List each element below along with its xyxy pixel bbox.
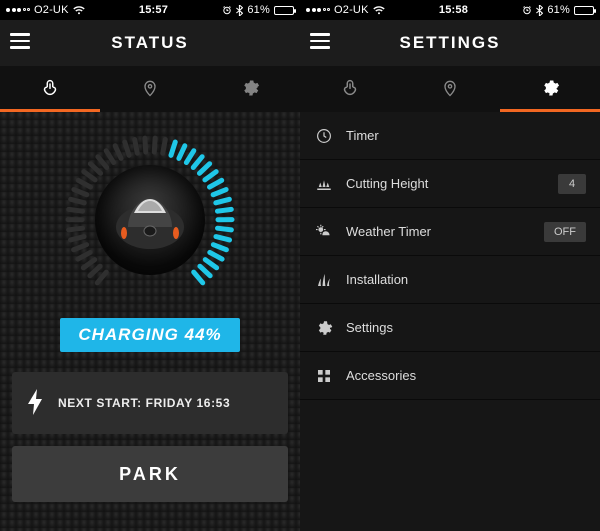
bluetooth-icon	[236, 5, 243, 16]
app-header: SETTINGS	[300, 20, 600, 66]
status-screen: O2-UK 15:57 61% STATUS	[0, 0, 300, 531]
wifi-icon	[73, 6, 85, 15]
tab-location[interactable]	[100, 66, 200, 112]
settings-row-weather-timer[interactable]: Weather Timer OFF	[300, 208, 600, 256]
row-value: 4	[558, 174, 586, 194]
gear-icon	[314, 319, 334, 337]
gear-icon	[240, 78, 260, 98]
signal-dots-icon	[6, 8, 30, 12]
page-title: STATUS	[111, 33, 188, 53]
menu-icon[interactable]	[10, 33, 30, 49]
tab-settings[interactable]	[200, 66, 300, 112]
wifi-icon	[373, 6, 385, 15]
tab-location[interactable]	[400, 66, 500, 112]
battery-icon	[574, 6, 594, 15]
menu-icon[interactable]	[310, 33, 330, 49]
park-label: PARK	[119, 464, 181, 485]
next-start-card[interactable]: NEXT START: FRIDAY 16:53	[12, 372, 288, 434]
tab-bar	[0, 66, 300, 112]
app-header: STATUS	[0, 20, 300, 66]
battery-pct-label: 61%	[247, 4, 270, 16]
row-label: Accessories	[346, 368, 586, 383]
grass-icon	[314, 271, 334, 289]
ios-status-bar: O2-UK 15:58 61%	[300, 0, 600, 20]
alarm-icon	[522, 5, 532, 15]
settings-row-cutting-height[interactable]: Cutting Height 4	[300, 160, 600, 208]
row-label: Timer	[346, 128, 586, 143]
bolt-icon	[26, 389, 44, 418]
tab-settings[interactable]	[500, 66, 600, 112]
row-label: Weather Timer	[346, 224, 532, 239]
settings-list: Timer Cutting Height 4 Weather Timer OFF Inst…	[300, 112, 600, 531]
clock-label: 15:57	[139, 4, 168, 16]
row-label: Installation	[346, 272, 586, 287]
touch-icon	[339, 77, 361, 99]
page-title: SETTINGS	[399, 33, 500, 53]
charging-badge: CHARGING 44%	[60, 318, 239, 352]
pin-icon	[140, 78, 160, 98]
battery-pct-label: 61%	[547, 4, 570, 16]
clock-icon	[314, 127, 334, 145]
settings-screen: O2-UK 15:58 61% SETTINGS	[300, 0, 600, 531]
carrier-label: O2-UK	[334, 4, 369, 16]
pin-icon	[440, 78, 460, 98]
row-label: Settings	[346, 320, 586, 335]
weather-icon	[314, 224, 334, 240]
bluetooth-icon	[536, 5, 543, 16]
gear-icon	[540, 78, 560, 98]
settings-row-settings[interactable]: Settings	[300, 304, 600, 352]
park-button[interactable]: PARK	[12, 446, 288, 502]
ios-status-bar: O2-UK 15:57 61%	[0, 0, 300, 20]
settings-row-installation[interactable]: Installation	[300, 256, 600, 304]
mower-image	[95, 165, 205, 275]
tab-status[interactable]	[300, 66, 400, 112]
alarm-icon	[222, 5, 232, 15]
row-label: Cutting Height	[346, 176, 546, 191]
grid-icon	[314, 368, 334, 384]
battery-icon	[274, 6, 294, 15]
height-icon	[314, 175, 334, 193]
tab-status[interactable]	[0, 66, 100, 112]
carrier-label: O2-UK	[34, 4, 69, 16]
tab-bar	[300, 66, 600, 112]
settings-row-accessories[interactable]: Accessories	[300, 352, 600, 400]
next-start-label: NEXT START: FRIDAY 16:53	[58, 396, 230, 410]
signal-dots-icon	[306, 8, 330, 12]
clock-label: 15:58	[439, 4, 468, 16]
touch-icon	[39, 77, 61, 99]
row-value: OFF	[544, 222, 586, 242]
settings-row-timer[interactable]: Timer	[300, 112, 600, 160]
charge-gauge	[60, 130, 240, 310]
